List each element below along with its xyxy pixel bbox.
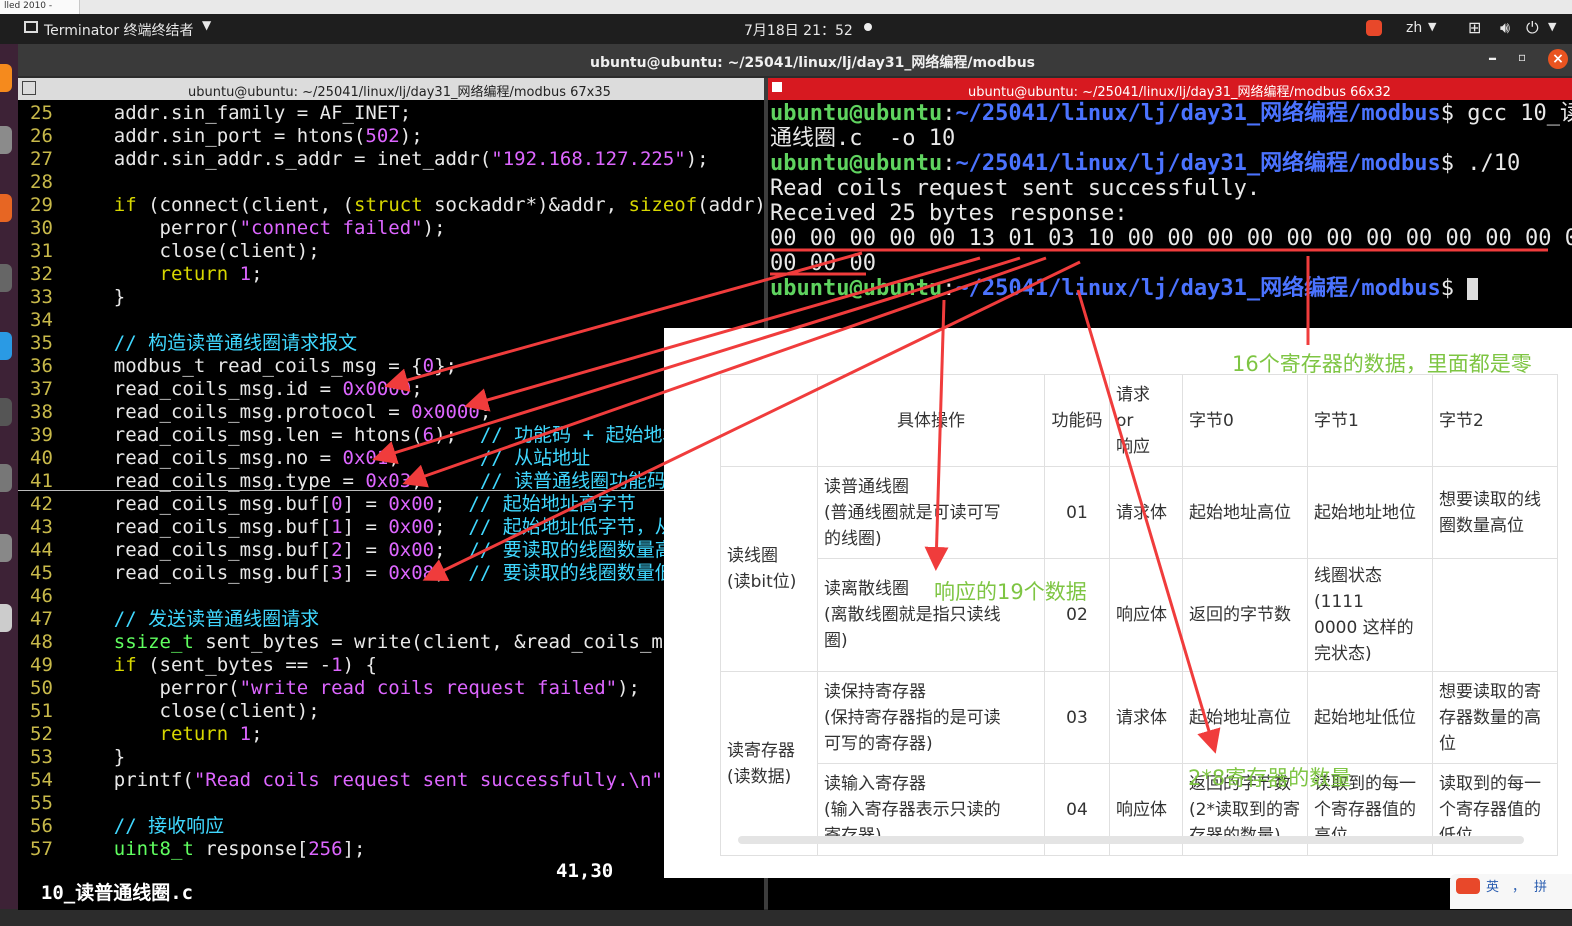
annotation-arrows bbox=[372, 248, 1548, 754]
